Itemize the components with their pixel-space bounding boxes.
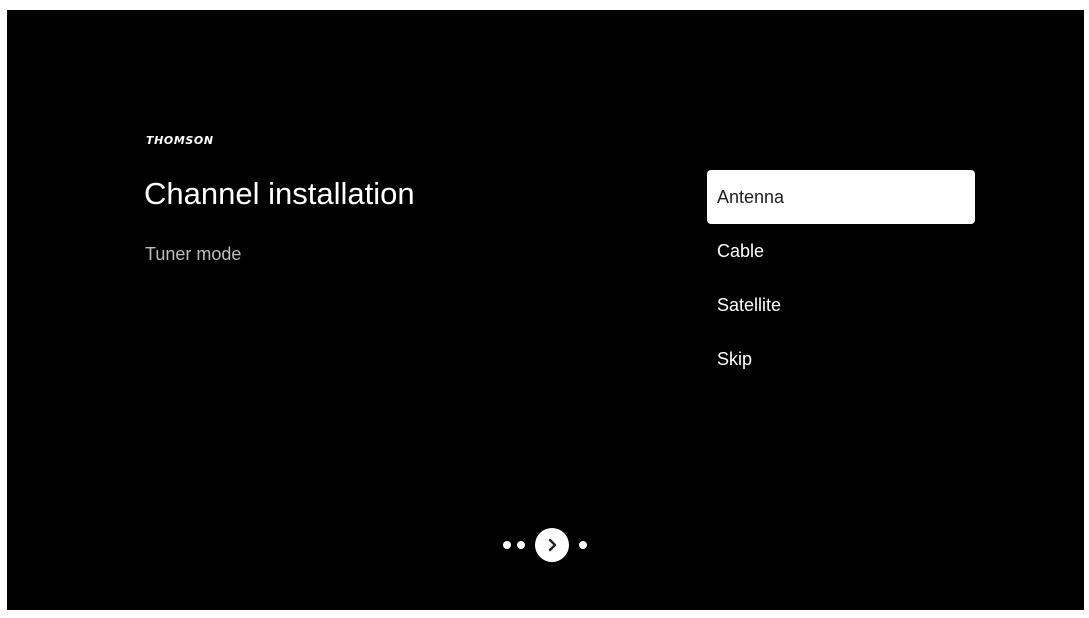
step-dot-2 <box>517 541 525 549</box>
setup-screen: THOMSON Channel installation Tuner mode … <box>7 10 1084 610</box>
page-subtitle: Tuner mode <box>145 244 242 264</box>
option-satellite[interactable]: Satellite <box>707 278 975 332</box>
step-indicator <box>503 528 593 562</box>
next-step-button[interactable] <box>535 528 569 562</box>
chevron-right-icon <box>548 538 557 552</box>
step-dot-4 <box>579 541 587 549</box>
page-title: Channel installation <box>144 176 415 211</box>
tuner-mode-list: Antenna Cable Satellite Skip <box>707 170 975 386</box>
option-antenna[interactable]: Antenna <box>707 170 975 224</box>
brand-logo: THOMSON <box>146 134 214 147</box>
step-dot-1 <box>503 541 511 549</box>
option-cable[interactable]: Cable <box>707 224 975 278</box>
option-skip[interactable]: Skip <box>707 332 975 386</box>
